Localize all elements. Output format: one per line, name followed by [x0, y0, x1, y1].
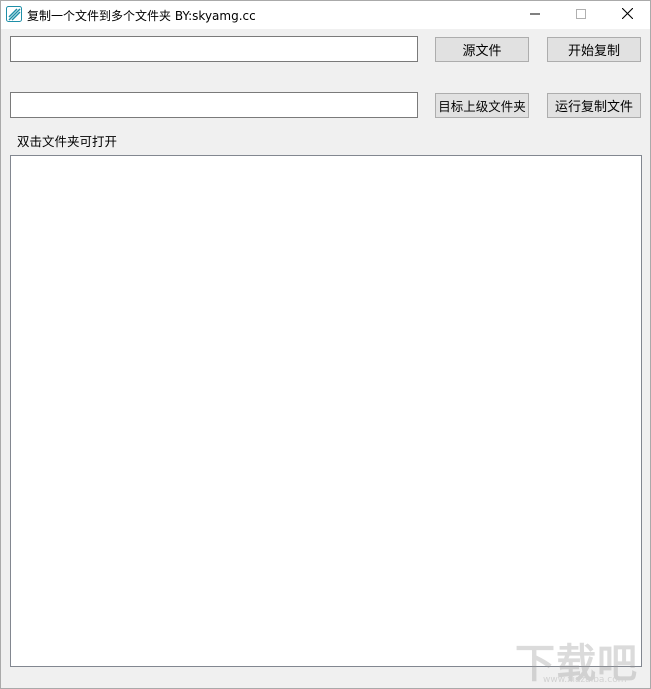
- app-window: 复制一个文件到多个文件夹 BY:skyamg.cc 源文件 开始复制 目标上级文…: [0, 0, 651, 689]
- window-title: 复制一个文件到多个文件夹 BY:skyamg.cc: [27, 9, 256, 23]
- target-parent-folder-button[interactable]: 目标上级文件夹: [435, 93, 529, 118]
- folder-list[interactable]: [10, 155, 642, 667]
- run-copy-file-button[interactable]: 运行复制文件: [547, 93, 641, 118]
- close-icon: [621, 7, 633, 22]
- double-click-hint-label: 双击文件夹可打开: [17, 134, 118, 149]
- source-file-button[interactable]: 源文件: [435, 37, 529, 62]
- close-button[interactable]: [604, 1, 650, 29]
- minimize-icon: [530, 8, 540, 22]
- maximize-button[interactable]: [558, 1, 604, 29]
- start-copy-button[interactable]: 开始复制: [547, 37, 641, 62]
- title-bar[interactable]: 复制一个文件到多个文件夹 BY:skyamg.cc: [1, 1, 650, 29]
- source-file-path-input[interactable]: [10, 36, 418, 62]
- maximize-icon: [576, 8, 586, 22]
- watermark-logo: 下载吧 www.xiazaiba.com: [513, 631, 643, 687]
- app-logo-icon: [6, 6, 22, 22]
- target-folder-path-input[interactable]: [10, 92, 418, 118]
- minimize-button[interactable]: [512, 1, 558, 29]
- watermark-url: www.xiazaiba.com: [543, 675, 627, 685]
